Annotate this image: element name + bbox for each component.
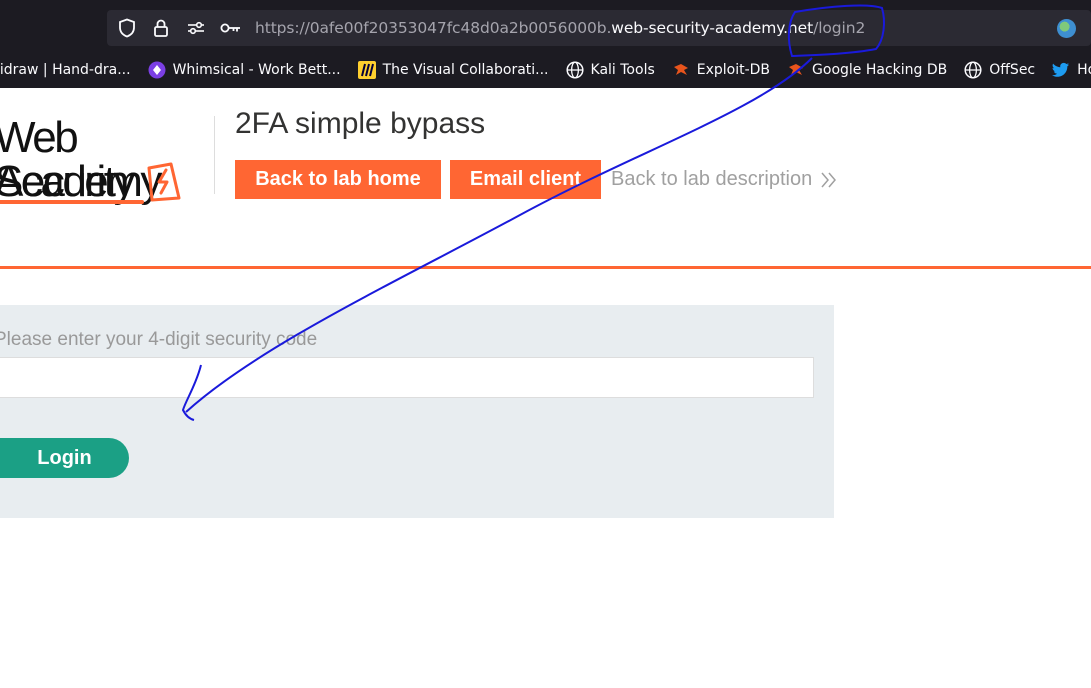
twitter-icon — [1052, 61, 1070, 79]
login-button[interactable]: Login — [0, 438, 129, 478]
header-rule — [0, 266, 1091, 269]
security-code-input[interactable] — [0, 357, 814, 398]
bookmark-google-hacking-db[interactable]: Google Hacking DB — [787, 61, 947, 79]
bookmark-label: lidraw | Hand-dra... — [0, 62, 131, 78]
url-scheme: https:// — [255, 19, 310, 37]
bookmark-offsec[interactable]: OffSec — [964, 61, 1035, 79]
bookmarks-bar: lidraw | Hand-dra... Whimsical - Work Be… — [0, 52, 1091, 88]
bookmark-twitter-home[interactable]: Home / — [1052, 61, 1091, 79]
bookmark-miro[interactable]: The Visual Collaborati... — [357, 61, 549, 79]
permissions-icon[interactable] — [185, 10, 207, 46]
logo-bolt-icon — [147, 162, 181, 202]
bookmark-label: Home / — [1077, 62, 1091, 78]
bookmark-exploit-db[interactable]: Exploit-DB — [672, 61, 770, 79]
globe-icon — [964, 61, 982, 79]
url-bar[interactable]: https://0afe00f20353047fc48d0a2b0056000b… — [107, 10, 1091, 46]
logo-line-2: Academy — [0, 157, 162, 206]
bookmark-excalidraw[interactable]: lidraw | Hand-dra... — [0, 62, 131, 78]
shield-icon[interactable] — [117, 10, 137, 46]
double-chevron-right-icon[interactable] — [820, 170, 838, 190]
bookmark-label: OffSec — [989, 62, 1036, 78]
bookmark-label: Exploit-DB — [696, 62, 771, 78]
bookmark-label: Kali Tools — [590, 62, 655, 78]
url-path: /login2 — [813, 19, 866, 37]
back-to-lab-description-link[interactable]: Back to lab description — [611, 160, 812, 199]
bookmark-whimsical[interactable]: Whimsical - Work Bett... — [148, 61, 341, 79]
exploit-db-icon — [672, 61, 690, 79]
email-client-button[interactable]: Email client — [450, 160, 601, 199]
browser-chrome: https://0afe00f20353047fc48d0a2b0056000b… — [0, 0, 1091, 88]
url-domain: web-security-academy.net — [611, 19, 814, 37]
url-text[interactable]: https://0afe00f20353047fc48d0a2b0056000b… — [255, 10, 865, 46]
url-subdomain: 0afe00f20353047fc48d0a2b0056000b. — [309, 19, 612, 37]
exploit-db-icon — [787, 61, 805, 79]
extension-globe-icon[interactable] — [1057, 19, 1076, 38]
web-security-academy-logo[interactable]: Web Security Academy — [0, 108, 212, 208]
logo-underline — [0, 200, 144, 204]
lock-icon[interactable] — [151, 10, 171, 46]
back-to-lab-home-button[interactable]: Back to lab home — [235, 160, 441, 199]
whimsical-icon — [148, 61, 166, 79]
bookmark-label: Google Hacking DB — [812, 62, 948, 78]
miro-icon — [357, 61, 376, 79]
bookmark-kali-tools[interactable]: Kali Tools — [565, 61, 655, 79]
globe-icon — [565, 61, 584, 79]
security-code-label: Please enter your 4-digit security code — [0, 329, 318, 350]
key-icon[interactable] — [219, 10, 243, 46]
header-divider — [214, 116, 215, 194]
bookmark-label: The Visual Collaborati... — [382, 62, 549, 78]
bookmark-label: Whimsical - Work Bett... — [172, 62, 341, 78]
lab-title: 2FA simple bypass — [235, 107, 486, 140]
